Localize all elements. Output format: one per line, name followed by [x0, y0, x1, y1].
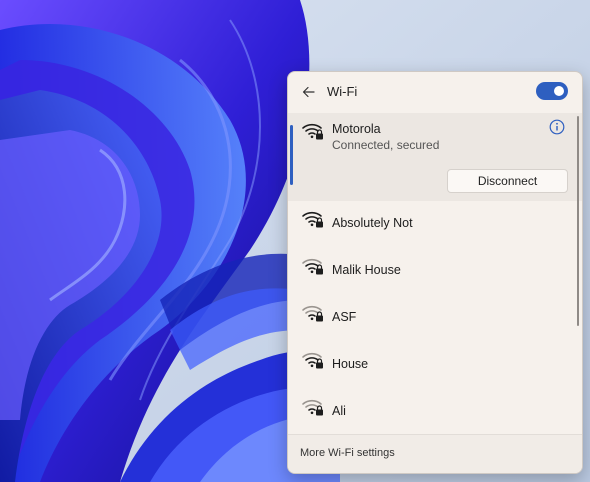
network-name: ASF	[332, 310, 357, 324]
selection-indicator	[290, 125, 293, 185]
panel-title: Wi-Fi	[327, 84, 358, 99]
panel-footer: More Wi-Fi settings	[288, 434, 582, 473]
wifi-secured-icon	[302, 399, 323, 416]
scrollbar[interactable]	[577, 116, 579, 326]
network-name: Malik House	[332, 263, 401, 277]
panel-header: Wi-Fi	[288, 72, 582, 112]
disconnect-button[interactable]: Disconnect	[447, 169, 568, 193]
desktop: Wi-Fi Motorola Connected, secured Discon…	[0, 0, 590, 482]
wifi-secured-icon	[302, 352, 323, 369]
network-item[interactable]: Ali	[288, 389, 582, 433]
network-list: Motorola Connected, secured Disconnect A…	[288, 113, 582, 433]
wifi-secured-icon	[302, 211, 323, 228]
back-arrow-icon	[302, 86, 315, 98]
back-button[interactable]	[298, 81, 320, 103]
more-wifi-settings-link[interactable]: More Wi-Fi settings	[300, 447, 395, 459]
network-name: House	[332, 357, 369, 371]
network-name: Motorola	[332, 122, 381, 136]
wifi-toggle[interactable]	[536, 82, 568, 100]
network-item[interactable]: ASF	[288, 295, 582, 342]
wifi-secured-icon	[302, 258, 323, 275]
wifi-secured-icon	[302, 123, 323, 140]
network-name: Ali	[332, 404, 346, 418]
network-name: Absolutely Not	[332, 216, 413, 230]
network-item[interactable]: House	[288, 342, 582, 389]
info-icon[interactable]	[549, 119, 565, 135]
toggle-knob	[554, 86, 564, 96]
network-item[interactable]: Absolutely Not	[288, 201, 582, 248]
wifi-secured-icon	[302, 305, 323, 322]
network-item[interactable]: Malik House	[288, 248, 582, 295]
network-status: Connected, secured	[332, 138, 440, 152]
wifi-flyout: Wi-Fi Motorola Connected, secured Discon…	[287, 71, 583, 474]
network-item-connected[interactable]: Motorola Connected, secured Disconnect	[288, 113, 582, 201]
